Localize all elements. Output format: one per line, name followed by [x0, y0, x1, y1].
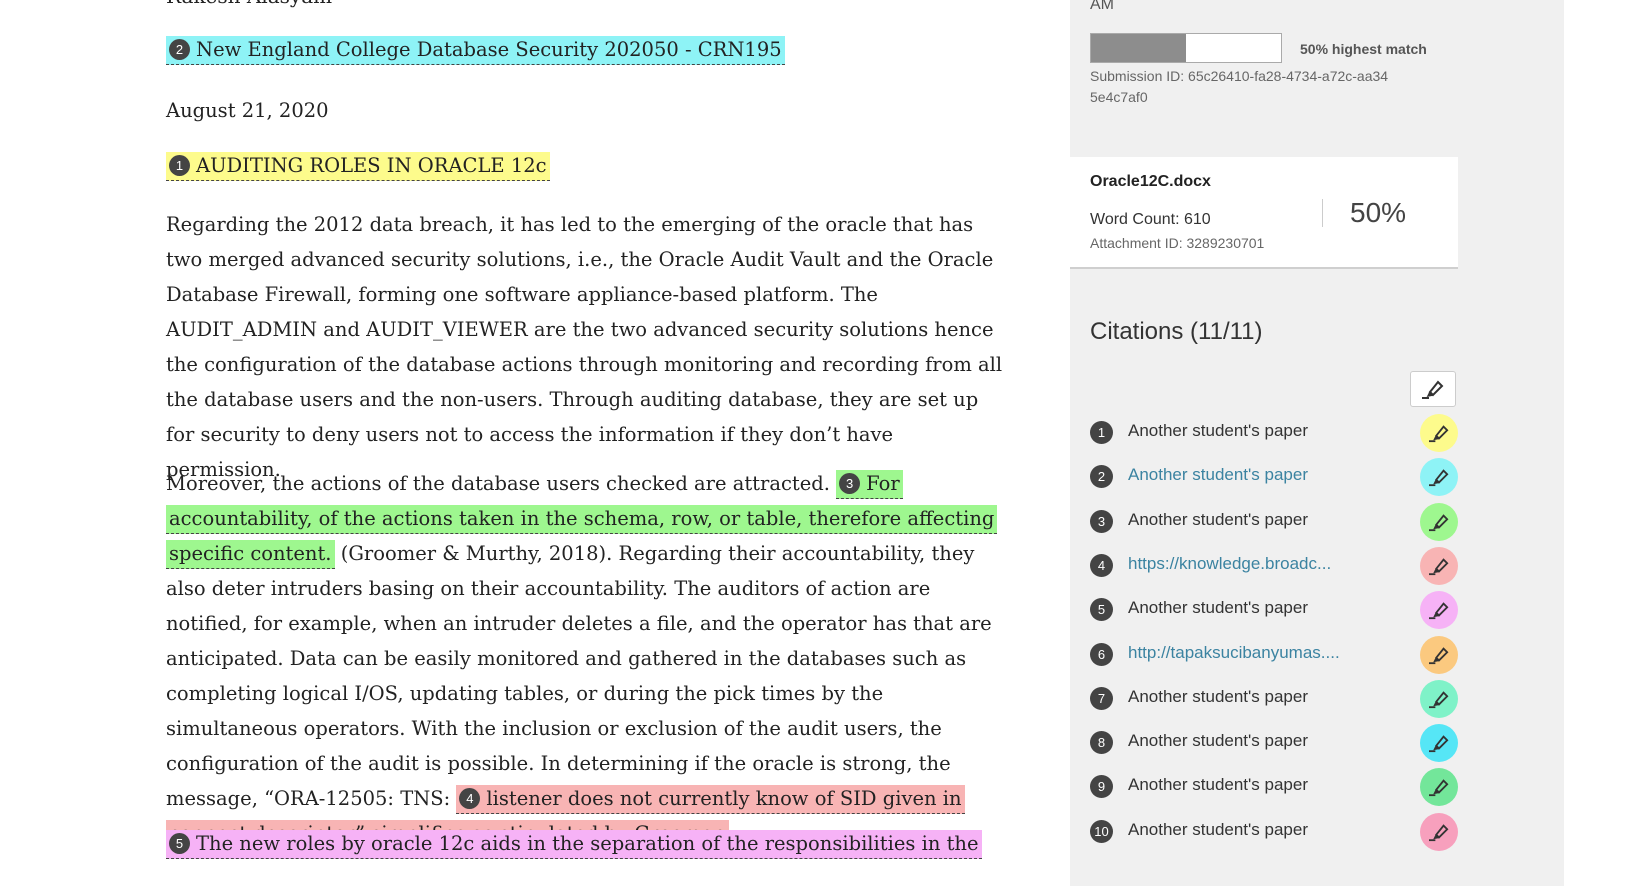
- citation-source: Another student's paper: [1128, 819, 1308, 839]
- highlighter-icon: [1429, 646, 1449, 664]
- citation-item[interactable]: 9 Another student's paper: [1090, 766, 1460, 807]
- author-name: Rakesh Alasyam: [166, 0, 332, 8]
- attachment-id: Attachment ID: 3289230701: [1090, 235, 1265, 251]
- document-title: 1 AUDITING ROLES IN ORACLE 12c: [166, 152, 550, 181]
- citation-number-badge: 3: [1090, 509, 1113, 533]
- citation-number-badge: 6: [1090, 642, 1113, 666]
- match-5-text: The new roles by oracle 12c aids in the …: [196, 832, 979, 855]
- citation-number-badge: 8: [1090, 731, 1113, 755]
- citation-source: Another student's paper: [1128, 421, 1308, 440]
- citation-item[interactable]: 1 Another student's paper: [1090, 412, 1460, 452]
- citation-source-link[interactable]: https://knowledge.broadc...: [1128, 554, 1331, 574]
- highlighter-icon: [1429, 558, 1449, 575]
- match-highlight-1[interactable]: 1 AUDITING ROLES IN ORACLE 12c: [166, 152, 550, 181]
- paragraph-3: 5 The new roles by oracle 12c aids in the…: [166, 826, 1006, 861]
- paragraph-2-lead: Moreover, the actions of the database us…: [166, 472, 830, 495]
- match-progress-bar: [1090, 33, 1282, 63]
- citation-highlight-toggle[interactable]: [1420, 546, 1458, 585]
- citation-item[interactable]: 6 http://tapaksucibanyumas....: [1090, 634, 1460, 674]
- citation-highlight-toggle[interactable]: [1420, 591, 1458, 630]
- citation-item[interactable]: 3 Another student's paper: [1090, 501, 1460, 541]
- citations-title: Citations (11/11): [1090, 318, 1263, 345]
- citation-number-badge: 1: [1090, 421, 1113, 444]
- citation-highlight-toggle[interactable]: [1420, 768, 1458, 807]
- citation-number-badge: 2: [1090, 465, 1113, 489]
- citation-item[interactable]: 10 Another student's paper: [1090, 811, 1460, 851]
- citation-item[interactable]: 4 https://knowledge.broadc...: [1090, 545, 1460, 585]
- course-text: New England College Database Security 20…: [196, 38, 782, 61]
- document-date: August 21, 2020: [166, 99, 329, 122]
- highlighter-icon: [1429, 779, 1449, 797]
- word-count: Word Count: 610: [1090, 211, 1211, 228]
- file-name: Oracle12C.docx: [1090, 173, 1211, 190]
- highlighter-icon: [1429, 823, 1449, 841]
- citation-item[interactable]: 2 Another student's paper: [1090, 456, 1460, 497]
- highlighter-icon: [1429, 425, 1449, 443]
- highlight-toggle-button[interactable]: [1410, 371, 1456, 407]
- citation-highlight-toggle[interactable]: [1420, 635, 1458, 674]
- file-card[interactable]: Oracle12C.docx Word Count: 610 Attachmen…: [1070, 157, 1458, 267]
- citation-highlight-toggle[interactable]: [1420, 414, 1458, 452]
- match-highlight-2[interactable]: 2 New England College Database Security 2…: [166, 36, 785, 65]
- document-view: Rakesh Alasyam 2 New England College Data…: [0, 0, 1070, 886]
- match-badge-4[interactable]: 4: [459, 788, 481, 809]
- highlighter-icon: [1429, 513, 1449, 531]
- citation-item[interactable]: 8 Another student's paper: [1090, 722, 1460, 763]
- course-line: 2 New England College Database Security 2…: [166, 36, 785, 65]
- timestamp-suffix: AM: [1090, 0, 1114, 13]
- highest-match-label: 50% highest match: [1300, 41, 1427, 57]
- paragraph-1: Regarding the 2012 data breach, it has l…: [166, 213, 1003, 481]
- highlighter-icon: [1429, 735, 1449, 753]
- match-progress-fill: [1091, 34, 1186, 62]
- match-badge-1[interactable]: 1: [169, 155, 190, 176]
- match-highlight-5[interactable]: 5 The new roles by oracle 12c aids in the…: [166, 830, 982, 859]
- title-text: AUDITING ROLES IN ORACLE 12c: [196, 154, 547, 177]
- citation-highlight-toggle[interactable]: [1420, 724, 1458, 763]
- match-badge-5[interactable]: 5: [169, 833, 190, 854]
- citation-item[interactable]: 5 Another student's paper: [1090, 589, 1460, 630]
- paragraph-2: Moreover, the actions of the database us…: [166, 466, 1006, 851]
- citation-highlight-toggle[interactable]: [1420, 458, 1458, 497]
- highlighter-icon: [1429, 691, 1449, 708]
- file-match-percent: 50%: [1350, 197, 1407, 228]
- submission-id: Submission ID: 65c26410-fa28-4734-a72c-a…: [1090, 68, 1389, 105]
- citation-number-badge: 4: [1090, 553, 1113, 577]
- citation-number-badge: 5: [1090, 598, 1113, 622]
- citation-source: Another student's paper: [1128, 775, 1308, 795]
- similarity-panel: AM 50% highest match Submission ID: 65c2…: [1070, 0, 1564, 886]
- highlighter-icon: [1422, 380, 1444, 399]
- citation-number-badge: 7: [1090, 686, 1113, 710]
- highlighter-icon: [1429, 602, 1449, 620]
- citation-source-link[interactable]: http://tapaksucibanyumas....: [1128, 643, 1340, 663]
- citation-number-badge: 10: [1090, 819, 1113, 843]
- match-badge-3[interactable]: 3: [839, 473, 861, 494]
- citation-item[interactable]: 7 Another student's paper: [1090, 678, 1460, 718]
- citation-highlight-toggle[interactable]: [1420, 812, 1458, 851]
- citation-number-badge: 9: [1090, 775, 1113, 799]
- citation-source: Another student's paper: [1128, 731, 1308, 751]
- citation-source: Another student's paper: [1128, 598, 1308, 618]
- citation-source-link[interactable]: Another student's paper: [1128, 465, 1308, 485]
- paragraph-2-middle: (Groomer & Murthy, 2018). Regarding thei…: [166, 542, 992, 810]
- card-divider: [1322, 199, 1323, 227]
- match-badge-2[interactable]: 2: [169, 39, 190, 60]
- citation-highlight-toggle[interactable]: [1420, 502, 1458, 541]
- citation-highlight-toggle[interactable]: [1420, 679, 1458, 718]
- panel-margin: [1564, 0, 1638, 886]
- citation-source: Another student's paper: [1128, 509, 1308, 529]
- highlighter-icon: [1429, 469, 1449, 487]
- citation-source: Another student's paper: [1128, 686, 1308, 706]
